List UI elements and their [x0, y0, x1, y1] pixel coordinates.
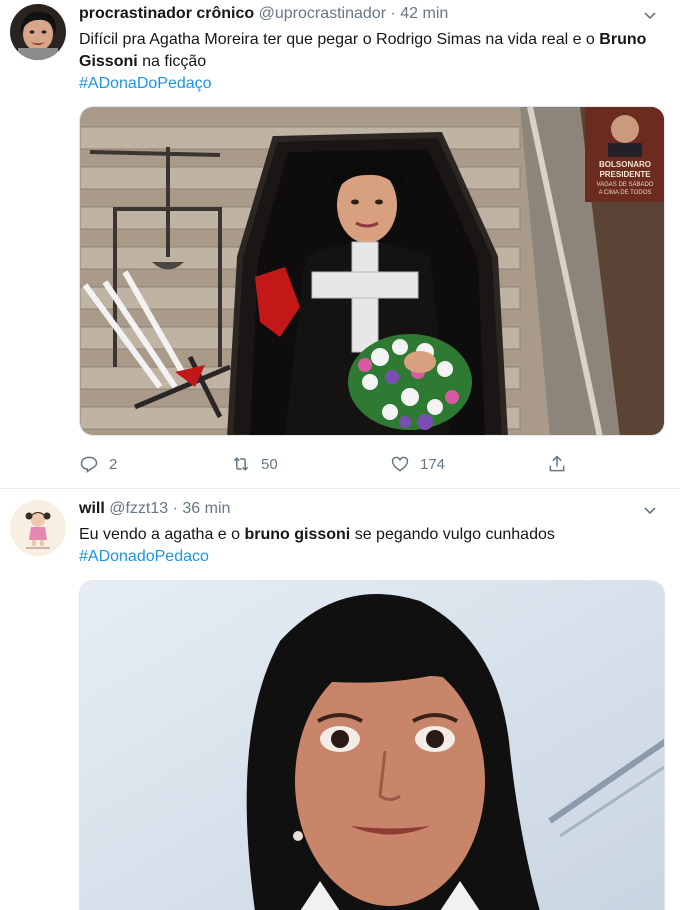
tweet-text: Eu vendo a agatha e o bruno gissoni se p…: [79, 524, 659, 546]
like-count: 174: [420, 455, 446, 473]
poster-line: PRESIDENTE: [599, 170, 651, 179]
tweet-header: procrastinador crônico @uprocrastinador …: [79, 4, 448, 24]
text-part: Difícil pra Agatha Moreira ter que pegar…: [79, 31, 600, 48]
text-part: Eu vendo a agatha e o: [79, 526, 245, 543]
tweet-header: will @fzzt13 · 36 min: [79, 499, 230, 519]
user-handle[interactable]: @fzzt13: [109, 500, 168, 517]
display-name[interactable]: will: [79, 500, 105, 517]
tweet-image[interactable]: [79, 580, 665, 910]
reply-count: 2: [109, 455, 118, 473]
poster-line: A CIMA DE TODOS: [599, 190, 652, 196]
display-name[interactable]: procrastinador crônico: [79, 5, 254, 22]
reply-button[interactable]: 2: [79, 452, 117, 476]
timestamp[interactable]: 36 min: [182, 500, 230, 517]
hashtag-link[interactable]: #ADonadoPedaco: [79, 546, 659, 568]
share-button[interactable]: [547, 452, 577, 476]
like-button[interactable]: 174: [390, 452, 445, 476]
separator: ·: [172, 500, 178, 517]
avatar[interactable]: [10, 4, 66, 60]
chevron-down-icon[interactable]: [642, 8, 658, 24]
tweet-actions: 2 50 174: [79, 452, 579, 476]
tweet-text: Difícil pra Agatha Moreira ter que pegar…: [79, 29, 659, 73]
retweet-button[interactable]: 50: [231, 452, 278, 476]
text-part: se pegando vulgo cunhados: [350, 526, 555, 543]
poster-line: VAGAS DE SÁBADO: [597, 181, 654, 188]
avatar[interactable]: [10, 500, 66, 556]
retweet-count: 50: [261, 455, 278, 473]
user-handle[interactable]: @uprocrastinador: [259, 5, 386, 22]
text-part: na ficção: [137, 53, 207, 70]
like-icon: [391, 456, 409, 472]
poster-line: BOLSONARO: [599, 160, 651, 169]
separator: ·: [390, 5, 396, 22]
timestamp[interactable]: 42 min: [400, 5, 448, 22]
chevron-down-icon[interactable]: [642, 503, 658, 519]
retweet-icon: [233, 457, 249, 471]
tweet-image[interactable]: BOLSONARO PRESIDENTE VAGAS DE SÁBADO A C…: [79, 106, 665, 436]
share-icon: [549, 455, 565, 472]
hashtag-link[interactable]: #ADonaDoPedaço: [79, 73, 659, 95]
reply-icon: [80, 456, 98, 473]
tweet-2[interactable]: will @fzzt13 · 36 min Eu vendo a agatha …: [0, 489, 680, 910]
text-bold: bruno gissoni: [244, 526, 351, 543]
tweet-1[interactable]: procrastinador crônico @uprocrastinador …: [0, 0, 680, 488]
